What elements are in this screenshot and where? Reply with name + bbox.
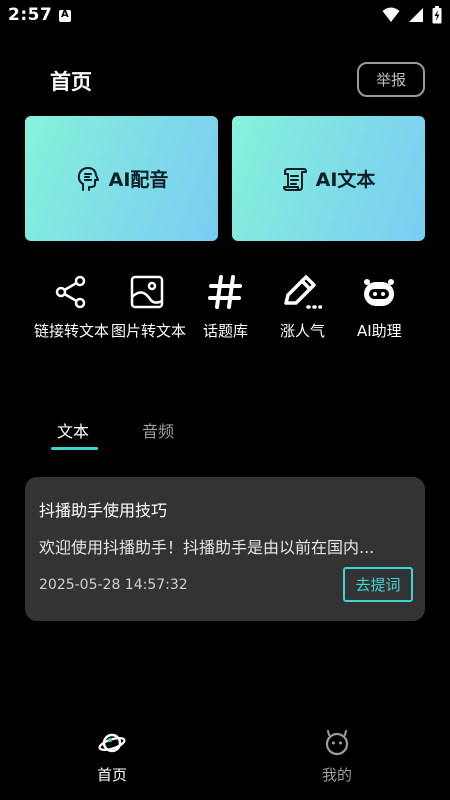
- ai-text-label: AI文本: [315, 169, 376, 191]
- planet-icon: [98, 733, 126, 753]
- status-icons: [382, 6, 442, 24]
- status-time: 2:57: [8, 5, 53, 25]
- tool-topic-library[interactable]: 话题库: [203, 270, 279, 342]
- tab-audio[interactable]: 音频: [142, 418, 174, 442]
- image-icon: [130, 275, 164, 309]
- face-icon: [325, 730, 349, 756]
- report-button[interactable]: 举报: [357, 62, 425, 97]
- nav-home[interactable]: 首页: [72, 730, 152, 785]
- tool-image-to-text[interactable]: 图片转文本: [111, 270, 187, 342]
- signal-icon: [409, 8, 423, 22]
- tab-indicator: [51, 447, 98, 450]
- article-card[interactable]: 抖播助手使用技巧 欢迎使用抖播助手！抖播助手是由以前在国内... 2025-05…: [25, 477, 425, 621]
- ai-voice-label: AI配音: [108, 169, 169, 191]
- header: 首页 举报: [0, 56, 450, 104]
- article-title: 抖播助手使用技巧: [39, 501, 168, 520]
- tool-ai-assistant[interactable]: AI助理: [357, 270, 433, 342]
- article-excerpt: 欢迎使用抖播助手！抖播助手是由以前在国内...: [39, 538, 375, 557]
- content-tabs: 文本 音频: [0, 412, 450, 452]
- nav-me-label: 我的: [321, 766, 352, 784]
- hashtag-icon: [208, 275, 242, 309]
- page-title: 首页: [50, 70, 92, 94]
- go-prompt-button[interactable]: 去提词: [343, 567, 413, 602]
- pencil-icon: [284, 275, 322, 309]
- battery-icon: [432, 6, 442, 24]
- share-icon: [55, 275, 86, 309]
- tool-label: AI助理: [357, 322, 402, 340]
- wifi-icon: [382, 7, 400, 22]
- ai-voice-icon: [77, 166, 99, 191]
- nav-home-label: 首页: [96, 766, 127, 784]
- notification-icon: [59, 9, 71, 22]
- nav-me[interactable]: 我的: [297, 730, 377, 785]
- tab-text[interactable]: 文本: [57, 418, 89, 442]
- ai-text-card[interactable]: AI文本: [232, 116, 425, 241]
- tool-label: 涨人气: [280, 322, 326, 340]
- article-date: 2025-05-28 14:57:32: [39, 577, 188, 593]
- tool-label: 话题库: [203, 322, 249, 340]
- ai-voice-card[interactable]: AI配音: [25, 116, 218, 241]
- status-bar: 2:57: [0, 0, 450, 32]
- tools-row: 链接转文本 图片转文本 话题库 涨人气 AI助理: [0, 270, 450, 370]
- tool-link-to-text[interactable]: 链接转文本: [34, 270, 110, 342]
- tool-label: 链接转文本: [34, 322, 110, 340]
- bottom-nav: 首页 我的: [0, 720, 450, 800]
- robot-icon: [364, 279, 394, 306]
- tool-boost-popularity[interactable]: 涨人气: [280, 270, 356, 342]
- tool-label: 图片转文本: [111, 322, 187, 340]
- scroll-icon: [282, 167, 307, 191]
